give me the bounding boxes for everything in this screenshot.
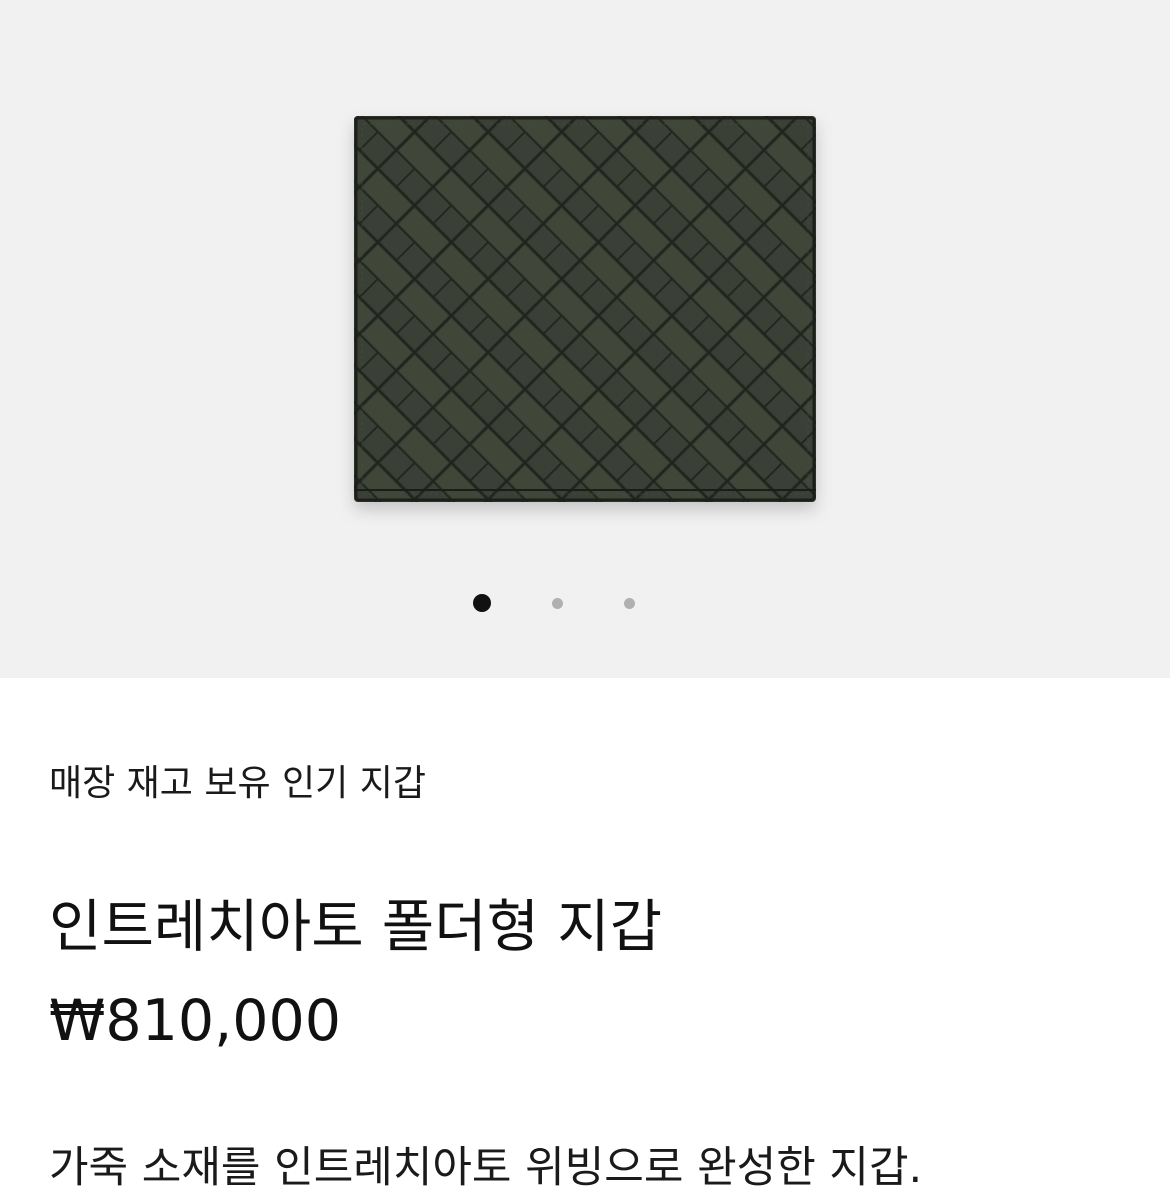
product-price: ₩810,000 <box>49 988 342 1054</box>
carousel-dots <box>0 594 1170 614</box>
product-tagline: 매장 재고 보유 인기 지갑 <box>49 763 426 804</box>
product-title: 인트레치아토 폴더형 지갑 <box>49 894 663 960</box>
carousel-dot-3[interactable] <box>624 598 635 609</box>
carousel-dot-1[interactable] <box>473 594 491 612</box>
product-description: 가죽 소재를 인트레치아토 위빙으로 완성한 지갑. <box>49 1143 923 1193</box>
product-image-gallery[interactable] <box>0 0 1170 678</box>
carousel-dot-2[interactable] <box>552 598 563 609</box>
product-image[interactable] <box>340 100 840 525</box>
